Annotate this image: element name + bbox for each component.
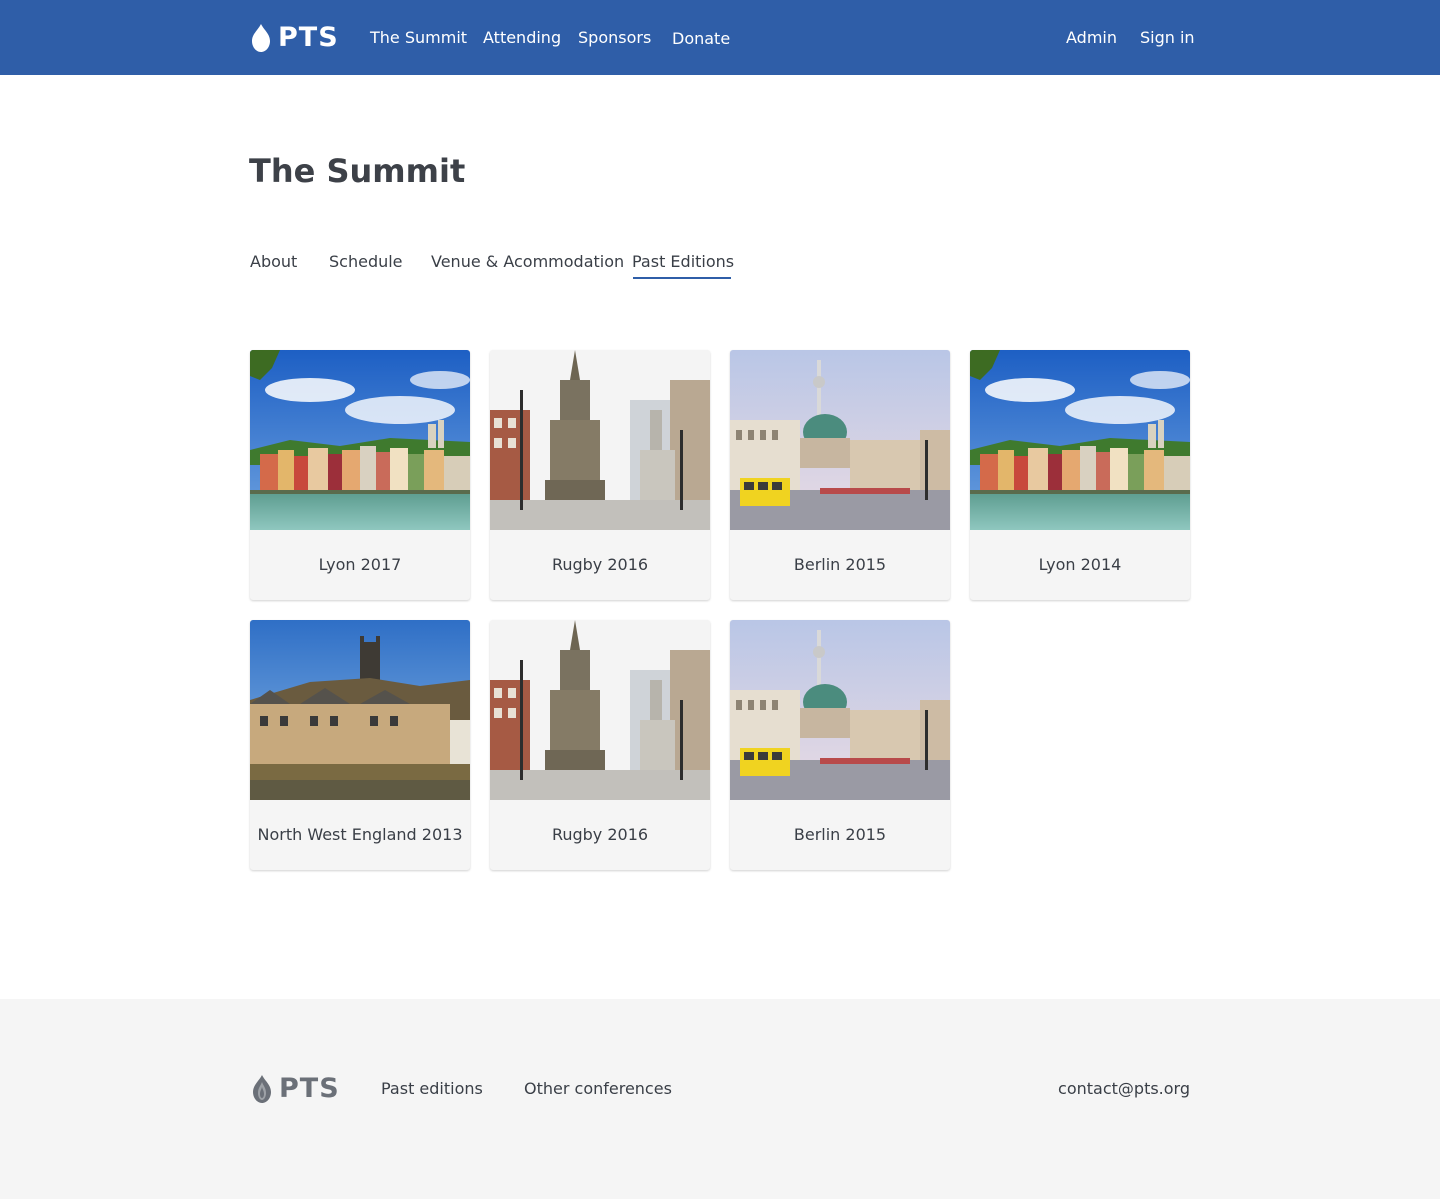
- edition-card[interactable]: Berlin 2015: [730, 620, 950, 870]
- tab-past-editions[interactable]: Past Editions: [632, 251, 734, 273]
- footer-contact-email[interactable]: contact@pts.org: [1058, 1078, 1190, 1100]
- nav-the-summit[interactable]: The Summit: [370, 27, 467, 49]
- edition-label: Lyon 2014: [1038, 555, 1122, 574]
- edition-card[interactable]: Rugby 2016: [490, 620, 710, 870]
- footer-other-conferences-link[interactable]: Other conferences: [524, 1078, 672, 1100]
- edition-card[interactable]: North West England 2013: [250, 620, 470, 870]
- edition-image: [730, 620, 950, 800]
- edition-image: [730, 350, 950, 530]
- edition-label: Rugby 2016: [551, 825, 649, 844]
- nav-donate[interactable]: Donate: [672, 28, 730, 50]
- edition-card[interactable]: Lyon 2017: [250, 350, 470, 600]
- logo-text: PTS: [278, 22, 339, 53]
- edition-card[interactable]: Lyon 2014: [970, 350, 1190, 600]
- nav-sign-in[interactable]: Sign in: [1140, 27, 1195, 49]
- edition-card[interactable]: Rugby 2016: [490, 350, 710, 600]
- footer-logo-text: PTS: [279, 1073, 340, 1104]
- edition-label: Berlin 2015: [793, 555, 887, 574]
- nav-admin[interactable]: Admin: [1066, 27, 1117, 49]
- edition-image: [250, 620, 470, 800]
- edition-card[interactable]: Berlin 2015: [730, 350, 950, 600]
- nav-attending[interactable]: Attending: [483, 27, 561, 49]
- edition-label: Rugby 2016: [551, 555, 649, 574]
- footer-past-editions-link[interactable]: Past editions: [381, 1078, 483, 1100]
- flame-icon: [251, 1075, 273, 1103]
- footer-logo[interactable]: PTS: [251, 1074, 340, 1104]
- edition-image: [250, 350, 470, 530]
- edition-image: [490, 350, 710, 530]
- top-navbar: PTS The Summit Attending Sponsors Donate…: [0, 0, 1440, 75]
- flame-icon: [250, 24, 272, 52]
- tab-schedule[interactable]: Schedule: [329, 251, 403, 273]
- footer: PTS Past editions Other conferences cont…: [0, 999, 1440, 1199]
- edition-label: North West England 2013: [257, 825, 463, 844]
- tab-about[interactable]: About: [250, 251, 297, 273]
- page-title: The Summit: [249, 152, 466, 190]
- edition-label: Lyon 2017: [318, 555, 402, 574]
- edition-image: [970, 350, 1190, 530]
- edition-image: [490, 620, 710, 800]
- active-tab-indicator: [633, 277, 731, 279]
- edition-label: Berlin 2015: [793, 825, 887, 844]
- nav-sponsors[interactable]: Sponsors: [578, 27, 651, 49]
- tab-venue-accommodation[interactable]: Venue & Acommodation: [431, 251, 624, 273]
- pts-logo[interactable]: PTS: [250, 23, 339, 53]
